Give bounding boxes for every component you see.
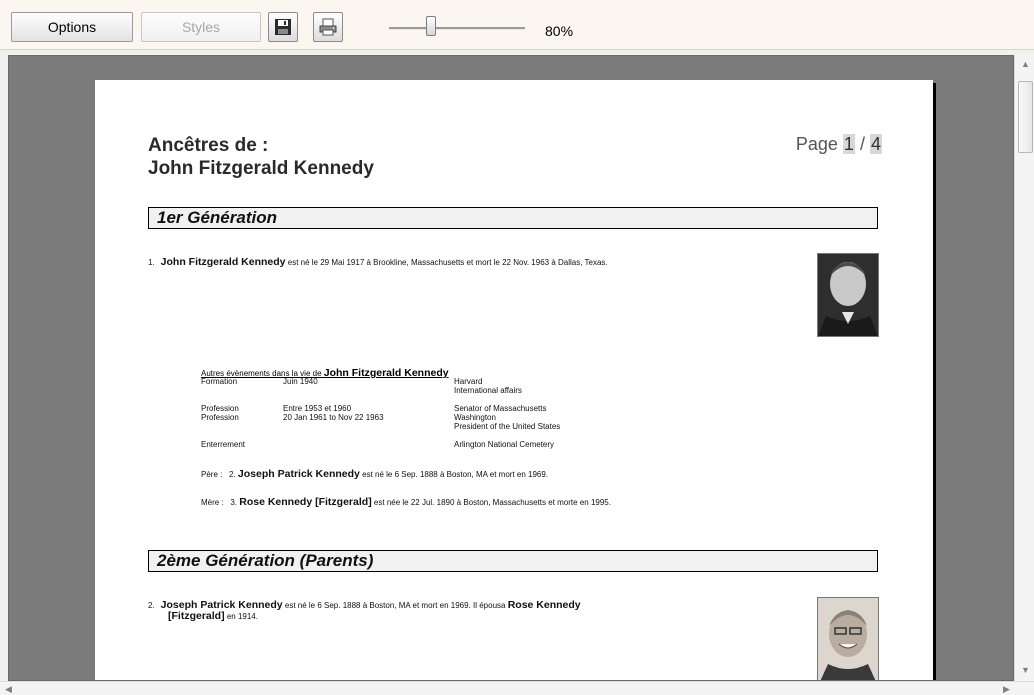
page-total: 4 xyxy=(869,134,882,154)
scroll-up-icon[interactable]: ▲ xyxy=(1021,59,1030,69)
page-prefix: Page xyxy=(795,134,838,154)
father-entry: Père : 2. Joseph Patrick Kennedy est né … xyxy=(201,469,548,480)
horizontal-scrollbar[interactable]: ◀ ▶ xyxy=(0,681,1034,695)
father-name: Joseph Patrick Kennedy xyxy=(237,468,360,480)
event-row-type-0: Formation xyxy=(201,377,238,386)
portrait-jfk-image xyxy=(818,254,878,336)
mother-entry: Mère : 3. Rose Kennedy [Fitzgerald] est … xyxy=(201,497,611,508)
event-row-type-3: Enterrement xyxy=(201,440,246,449)
event-row-detail2-2: President of the United States xyxy=(454,422,561,431)
vertical-scrollbar[interactable]: ▲ ▼ xyxy=(1014,55,1034,681)
options-button[interactable]: Options xyxy=(11,12,133,42)
report-page: Ancêtres de : John Fitzgerald Kennedy Pa… xyxy=(95,80,933,680)
mother-label: Mère : xyxy=(201,498,224,507)
page-title: Ancêtres de : John Fitzgerald Kennedy xyxy=(148,134,374,180)
save-button[interactable] xyxy=(268,12,298,42)
father-label: Père : xyxy=(201,470,223,479)
toolbar: Options Styles 80% xyxy=(0,0,1034,50)
entry-text: est né le 29 Mai 1917 à Brookline, Massa… xyxy=(287,258,608,267)
person-name: John Fitzgerald Kennedy xyxy=(160,256,286,268)
scroll-left-icon[interactable]: ◀ xyxy=(5,684,12,694)
page-current: 1 xyxy=(842,134,855,154)
father-text: est né le 6 Sep. 1888 à Boston, MA et mo… xyxy=(362,470,549,479)
event-row-detail-3: Arlington National Cemetery xyxy=(454,440,555,449)
floppy-disk-icon xyxy=(275,19,291,35)
spouse-name: Rose Kennedy xyxy=(507,599,581,611)
mother-number: 3. xyxy=(230,498,238,507)
scroll-down-icon[interactable]: ▼ xyxy=(1021,665,1030,675)
event-row-date-2: 20 Jan 1961 to Nov 22 1963 xyxy=(283,413,384,422)
entry-1: 1. John Fitzgerald Kennedy est né le 29 M… xyxy=(148,257,608,268)
spouse-maiden-name: [Fitzgerald] xyxy=(168,610,225,622)
printer-icon xyxy=(319,18,337,36)
father-number: 2. xyxy=(229,470,236,479)
event-row-date-0: Juin 1940 xyxy=(283,377,318,386)
mother-name: Rose Kennedy [Fitzgerald] xyxy=(239,496,372,508)
portrait-joseph-image xyxy=(818,598,878,680)
mother-text: est née le 22 Jul. 1890 à Boston, Massac… xyxy=(373,498,611,507)
entry-number: 1. xyxy=(148,258,155,267)
portrait-photo-jfk xyxy=(817,253,879,337)
zoom-level: 80% xyxy=(545,23,574,39)
entry-text-2: en 1914. xyxy=(226,612,258,621)
page-separator: / xyxy=(859,134,865,154)
vertical-scroll-thumb[interactable] xyxy=(1018,81,1033,153)
entry-number: 2. xyxy=(148,601,155,610)
generation-1-heading: 1er Génération xyxy=(148,207,878,229)
zoom-slider-track[interactable] xyxy=(389,27,525,30)
event-row-type-2: Profession xyxy=(201,413,239,422)
page-number: Page 1 / 4 xyxy=(796,134,882,155)
print-button[interactable] xyxy=(313,12,343,42)
event-row-detail2-0: International affairs xyxy=(454,386,522,395)
title-line-1: Ancêtres de : xyxy=(148,135,269,156)
document-viewport[interactable]: Ancêtres de : John Fitzgerald Kennedy Pa… xyxy=(8,55,1014,681)
entry-2: 2. Joseph Patrick Kennedy est né le 6 Sep… xyxy=(148,600,748,622)
portrait-photo-joseph xyxy=(817,597,879,680)
generation-2-heading: 2ème Génération (Parents) xyxy=(148,550,878,572)
events-title: Autres évènements dans la vie de John Fi… xyxy=(201,367,449,379)
zoom-slider-thumb[interactable] xyxy=(426,16,436,36)
title-line-2: John Fitzgerald Kennedy xyxy=(148,158,374,179)
styles-button[interactable]: Styles xyxy=(141,12,261,42)
events-title-name: John Fitzgerald Kennedy xyxy=(323,367,449,379)
scroll-right-icon[interactable]: ▶ xyxy=(1003,684,1010,694)
entry-text: est né le 6 Sep. 1888 à Boston, MA et mo… xyxy=(284,601,506,610)
